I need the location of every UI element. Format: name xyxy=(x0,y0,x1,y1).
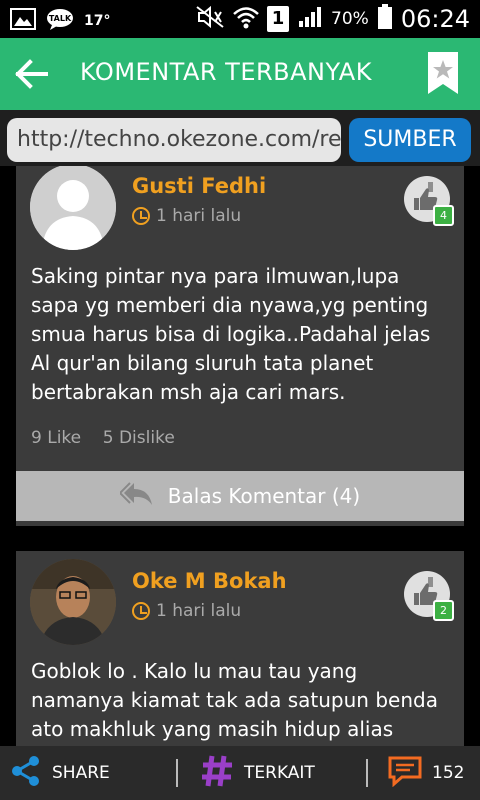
divider xyxy=(176,759,178,787)
reply-icon xyxy=(118,481,154,512)
vote-badge: 2 xyxy=(433,600,454,621)
gallery-icon xyxy=(10,8,36,34)
comment-card: Oke M Bokah 1 hari lalu 2 Goblok lo . Ka… xyxy=(16,551,464,746)
comment-feed[interactable]: Gusti Fedhi 1 hari lalu 4 Saking pintar … xyxy=(0,166,480,746)
like-dislike-button[interactable]: 2 xyxy=(404,571,454,621)
avatar[interactable] xyxy=(30,166,116,250)
battery-icon xyxy=(377,4,393,34)
dislike-count: 5 Dislike xyxy=(102,428,175,448)
status-bar: TALK 17° 1 70% 06:24 xyxy=(0,0,480,38)
related-label: TERKAIT xyxy=(244,763,315,783)
divider xyxy=(366,759,368,787)
clock-icon xyxy=(132,207,150,225)
reply-label: Balas Komentar (4) xyxy=(167,484,361,508)
like-dislike-button[interactable]: 4 xyxy=(404,176,454,226)
comment-body: Saking pintar nya para ilmuwan,lupa sapa… xyxy=(31,264,431,404)
comment-author[interactable]: Oke M Bokah xyxy=(132,569,287,593)
comment-card: Gusti Fedhi 1 hari lalu 4 Saking pintar … xyxy=(16,166,464,526)
app-bar: KOMENTAR TERBANYAK xyxy=(0,38,480,110)
page-title: KOMENTAR TERBANYAK xyxy=(80,58,372,86)
share-label: SHARE xyxy=(52,763,110,783)
clock-time: 06:24 xyxy=(400,5,470,33)
sim-indicator: 1 xyxy=(267,6,290,32)
comment-bubble-icon xyxy=(388,755,422,792)
comment-time: 1 hari lalu xyxy=(132,206,241,226)
svg-text:TALK: TALK xyxy=(49,14,72,23)
talk-icon: TALK xyxy=(46,8,74,34)
like-count: 9 Like xyxy=(31,428,82,448)
share-icon xyxy=(10,755,42,792)
comment-time: 1 hari lalu xyxy=(132,601,241,621)
related-button[interactable]: TERKAIT xyxy=(200,746,315,800)
comment-author[interactable]: Gusti Fedhi xyxy=(132,174,266,198)
comment-stats: 9 Like 5 Dislike xyxy=(31,428,175,448)
share-button[interactable]: SHARE xyxy=(10,746,110,800)
comment-time-label: 1 hari lalu xyxy=(156,206,242,226)
comment-time-label: 1 hari lalu xyxy=(156,601,242,621)
bookmark-icon[interactable] xyxy=(428,52,458,94)
temperature: 17° xyxy=(84,13,111,29)
comment-count: 152 xyxy=(432,763,465,783)
comments-button[interactable]: 152 xyxy=(388,746,464,800)
mute-icon xyxy=(195,5,225,33)
vote-badge: 4 xyxy=(433,205,454,226)
comment-body: Goblok lo . Kalo lu mau tau yang namanya… xyxy=(31,659,438,741)
bottom-bar: SHARE TERKAIT 152 xyxy=(0,746,480,800)
avatar[interactable] xyxy=(30,559,116,645)
reply-button[interactable]: Balas Komentar (4) xyxy=(16,471,464,521)
back-arrow-icon[interactable] xyxy=(12,54,52,94)
signal-icon xyxy=(297,5,323,33)
url-field[interactable]: http://techno.okezone.com/rea xyxy=(7,118,341,162)
source-button[interactable]: SUMBER xyxy=(349,118,471,162)
wifi-icon xyxy=(233,5,259,33)
url-bar: http://techno.okezone.com/rea SUMBER xyxy=(0,110,480,166)
battery-percent: 70% xyxy=(331,9,369,29)
clock-icon xyxy=(132,602,150,620)
hashtag-icon xyxy=(200,754,234,793)
